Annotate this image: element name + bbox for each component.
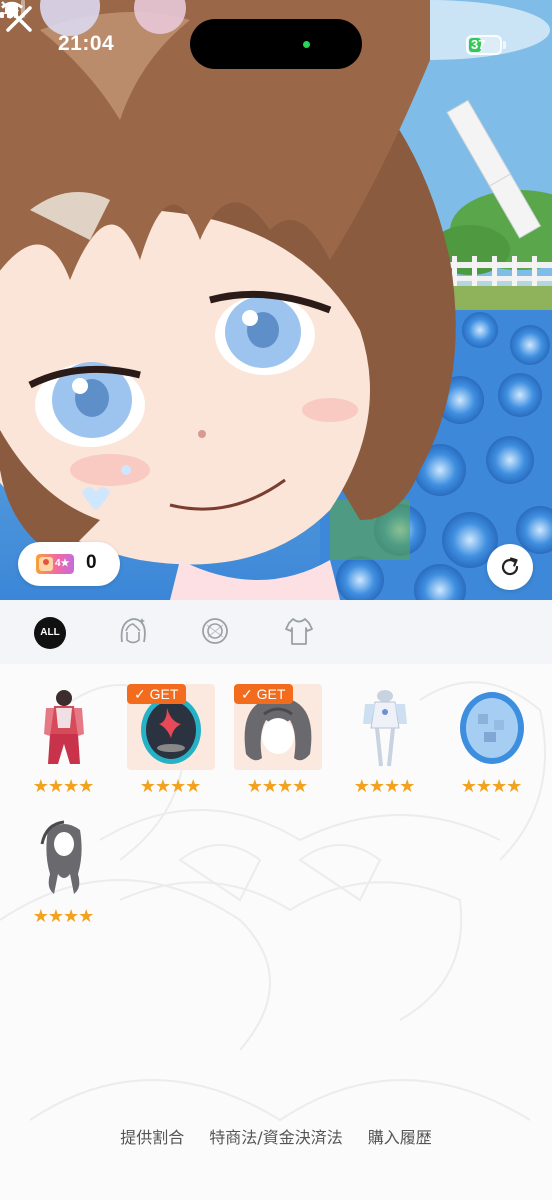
hair-item-image bbox=[40, 820, 82, 894]
item-panel: ALL ★★★★ ✓ GET ★★★★ ✓ GET ★★★★ ★★★★ ★★★★… bbox=[0, 600, 552, 1200]
camera-indicator-icon bbox=[303, 41, 310, 48]
owned-get-badge: ✓ GET bbox=[234, 684, 294, 704]
character-illustration bbox=[0, 0, 552, 600]
rarity-ticket-icon: 4★ bbox=[36, 554, 74, 574]
dynamic-island bbox=[190, 19, 362, 69]
battery-level: 37 bbox=[471, 37, 486, 52]
item-card[interactable]: ★★★★ bbox=[16, 810, 110, 934]
ticket-person-icon bbox=[39, 557, 53, 571]
rarity-stars: ★★★★ bbox=[246, 776, 309, 797]
tab-all[interactable]: ALL bbox=[34, 617, 66, 649]
outfit-item-image bbox=[44, 690, 84, 764]
item-card[interactable]: ★★★★ bbox=[337, 680, 431, 804]
battery-nub bbox=[503, 41, 506, 49]
tab-all-label: ALL bbox=[40, 627, 60, 638]
item-card[interactable]: ✓ GET ★★★★ bbox=[230, 680, 324, 804]
rarity-stars: ★★★★ bbox=[32, 906, 95, 927]
status-time: 21:04 bbox=[58, 32, 115, 55]
category-tabs: ALL bbox=[0, 600, 552, 664]
item-card[interactable]: ★★★★ bbox=[444, 680, 538, 804]
point-count: 0 bbox=[86, 552, 97, 573]
ticket-label: 4★ bbox=[55, 558, 70, 569]
refresh-button[interactable] bbox=[487, 544, 533, 590]
legal-notice-link[interactable]: 特商法/資金決済法 bbox=[209, 1124, 342, 1148]
refresh-icon bbox=[501, 557, 519, 576]
battery-icon: 37 bbox=[466, 35, 502, 55]
owned-get-badge: ✓ GET bbox=[127, 684, 187, 704]
character-preview: 21:04 37 4★ 0 bbox=[0, 0, 552, 600]
close-icon[interactable] bbox=[0, 0, 38, 38]
status-bar: 21:04 37 bbox=[0, 0, 552, 90]
rarity-stars: ★★★★ bbox=[139, 776, 202, 797]
odds-link[interactable]: 提供割合 bbox=[120, 1124, 184, 1148]
outfit-item-image bbox=[363, 690, 407, 767]
rarity-stars: ★★★★ bbox=[460, 776, 523, 797]
item-card[interactable]: ★★★★ bbox=[16, 680, 110, 804]
footer-links: 提供割合 特商法/資金決済法 購入履歴 bbox=[0, 1124, 552, 1148]
accessory-ring-icon[interactable] bbox=[198, 614, 232, 648]
hair-icon[interactable] bbox=[116, 614, 150, 648]
accessory-item-image bbox=[460, 692, 524, 764]
rarity-stars: ★★★★ bbox=[32, 776, 95, 797]
outfit-icon[interactable] bbox=[282, 614, 316, 648]
point-counter: 4★ 0 bbox=[18, 542, 120, 586]
item-card[interactable]: ✓ GET ★★★★ bbox=[123, 680, 217, 804]
rarity-stars: ★★★★ bbox=[353, 776, 416, 797]
purchase-history-link[interactable]: 購入履歴 bbox=[368, 1124, 432, 1148]
